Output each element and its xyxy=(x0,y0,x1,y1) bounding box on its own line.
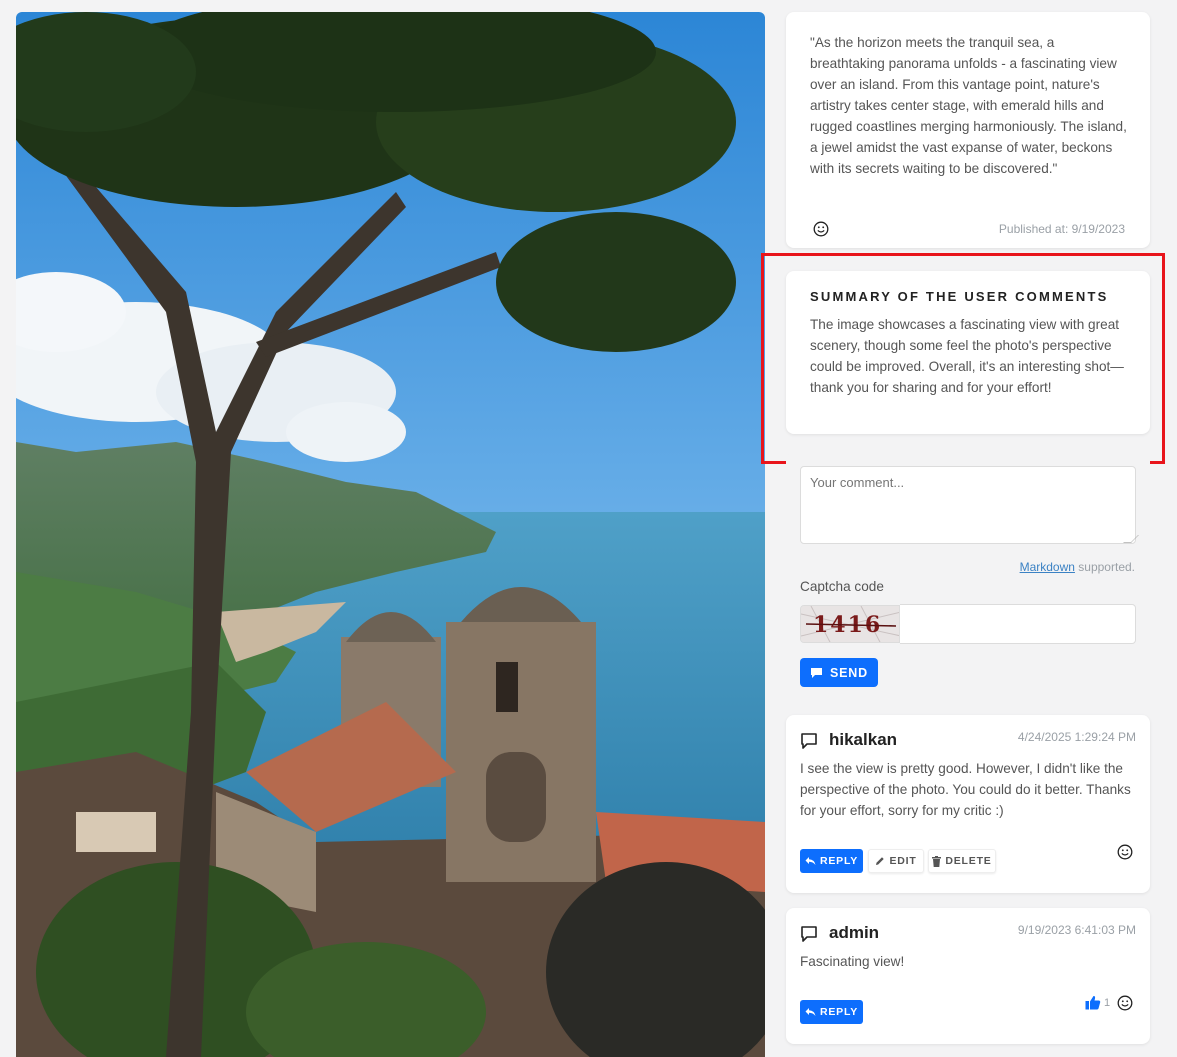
reply-button[interactable]: REPLY xyxy=(800,849,863,873)
reply-icon xyxy=(805,1008,816,1016)
smile-icon[interactable] xyxy=(1117,844,1133,860)
reply-button[interactable]: REPLY xyxy=(800,1000,863,1024)
comment-icon xyxy=(801,926,817,942)
edit-label: EDIT xyxy=(889,855,917,867)
post-description: "As the horizon meets the tranquil sea, … xyxy=(810,35,1127,176)
delete-label: DELETE xyxy=(945,855,992,867)
comment-input[interactable] xyxy=(800,466,1136,544)
comment-author[interactable]: admin xyxy=(829,923,879,943)
post-photo xyxy=(16,12,765,1057)
summary-text: The image showcases a fascinating view w… xyxy=(810,317,1124,395)
captcha-label: Captcha code xyxy=(800,579,884,594)
delete-button[interactable]: DELETE xyxy=(928,849,996,873)
comment-date: 9/19/2023 6:41:03 PM xyxy=(1017,923,1136,937)
comment-icon xyxy=(801,733,817,749)
captcha-input[interactable] xyxy=(900,604,1136,644)
reply-icon xyxy=(805,857,816,865)
post-description-card: "As the horizon meets the tranquil sea, … xyxy=(786,12,1150,248)
reply-label: REPLY xyxy=(819,1006,859,1018)
edit-button[interactable]: EDIT xyxy=(868,849,924,873)
comment-card: hikalkan 4/24/2025 1:29:24 PM I see the … xyxy=(786,715,1150,893)
thumbs-up-icon[interactable] xyxy=(1085,995,1101,1010)
summary-card: SUMMARY OF THE USER COMMENTS The image s… xyxy=(786,271,1150,434)
comment-form: Markdown supported. Captcha code 1416 SE… xyxy=(786,452,1150,700)
reply-label: REPLY xyxy=(819,855,859,867)
trash-icon xyxy=(932,855,942,867)
like-count: 1 xyxy=(1104,997,1111,1009)
markdown-suffix: supported. xyxy=(1074,560,1135,574)
pencil-icon xyxy=(876,857,885,865)
published-date: Published at: 9/19/2023 xyxy=(998,222,1125,236)
markdown-note: Markdown supported. xyxy=(1020,560,1135,574)
summary-title: SUMMARY OF THE USER COMMENTS xyxy=(810,289,1109,304)
smile-icon[interactable] xyxy=(1117,995,1133,1011)
comment-author[interactable]: hikalkan xyxy=(829,730,897,750)
captcha-image: 1416 xyxy=(800,605,900,643)
send-label: SEND xyxy=(830,665,868,680)
comment-text: Fascinating view! xyxy=(800,954,905,969)
comment-text: I see the view is pretty good. However, … xyxy=(800,761,1131,818)
smile-icon[interactable] xyxy=(813,221,829,237)
landscape-image xyxy=(16,12,765,1057)
comment-card: admin 9/19/2023 6:41:03 PM Fascinating v… xyxy=(786,908,1150,1044)
comment-date: 4/24/2025 1:29:24 PM xyxy=(1017,730,1136,744)
markdown-link[interactable]: Markdown xyxy=(1020,560,1075,574)
send-icon xyxy=(811,667,823,678)
send-button[interactable]: SEND xyxy=(800,658,878,687)
